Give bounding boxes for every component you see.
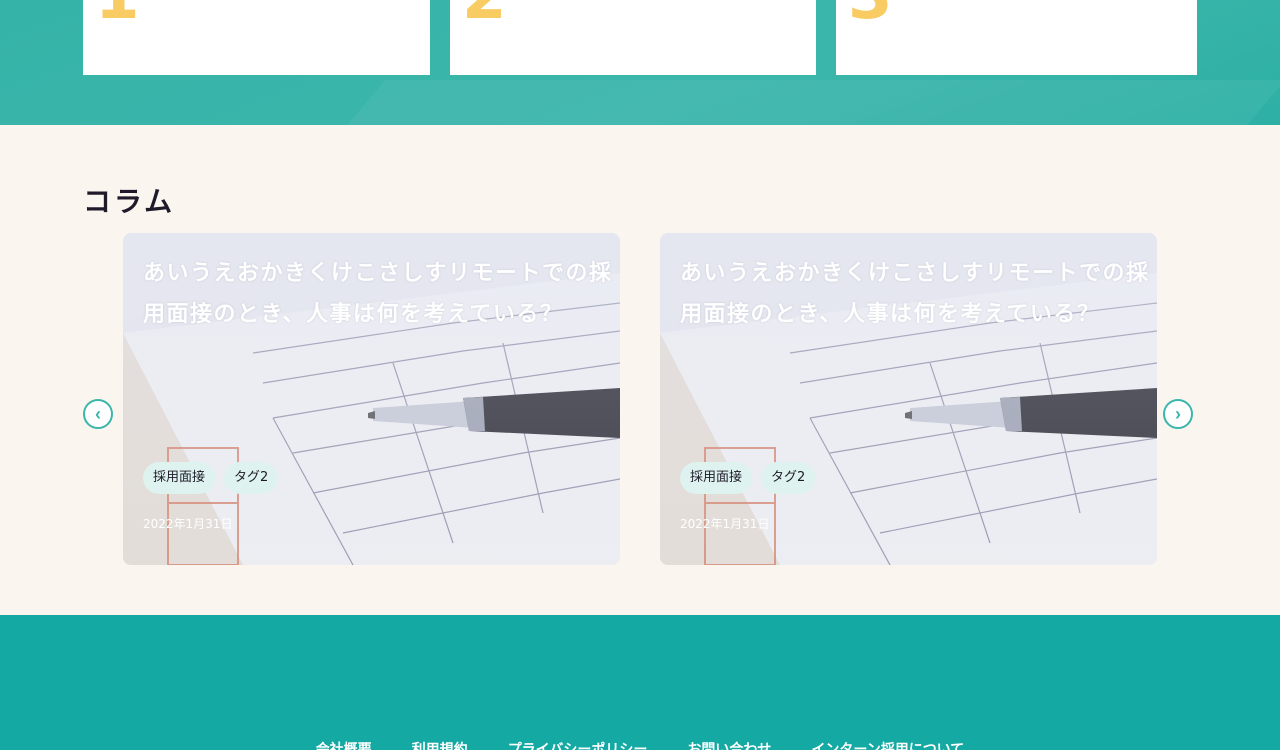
tag[interactable]: 採用面接 xyxy=(680,462,753,494)
step-card-1: 1 xyxy=(83,0,430,75)
page: 1 2 3 コラム ‹ xyxy=(0,0,1280,750)
footer-link-intern[interactable]: インターン採用について xyxy=(811,739,964,750)
card-title[interactable]: あいうえおかきくけこさしすリモートでの採用面接のとき、人事は何を考えている？ xyxy=(680,253,1157,335)
chevron-right-icon: › xyxy=(1175,404,1181,424)
step-number: 1 xyxy=(95,0,140,32)
card-tags: 採用面接 タグ2 xyxy=(143,462,279,494)
column-section: コラム ‹ あいうえおかきくけこさしすリモートでの採用面接のとき、人事は何を考え… xyxy=(0,125,1280,615)
slider-next-button[interactable]: › xyxy=(1163,399,1193,429)
chevron-left-icon: ‹ xyxy=(95,404,101,424)
section-title: コラム xyxy=(83,185,176,218)
tag[interactable]: 採用面接 xyxy=(143,462,216,494)
step-number: 2 xyxy=(462,0,507,32)
footer-link-company[interactable]: 会社概要 xyxy=(316,739,372,750)
column-card[interactable]: あいうえおかきくけこさしすリモートでの採用面接のとき、人事は何を考えている？ 採… xyxy=(123,233,620,565)
footer: 会社概要 利用規約 プライバシーポリシー お問い合わせ インターン採用について xyxy=(0,615,1280,750)
footer-link-terms[interactable]: 利用規約 xyxy=(412,739,468,750)
tag[interactable]: タグ2 xyxy=(761,462,816,494)
footer-link-privacy[interactable]: プライバシーポリシー xyxy=(508,739,648,750)
tag[interactable]: タグ2 xyxy=(224,462,279,494)
footer-link-contact[interactable]: お問い合わせ xyxy=(687,739,771,750)
column-card[interactable]: あいうえおかきくけこさしすリモートでの採用面接のとき、人事は何を考えている？ 採… xyxy=(660,233,1157,565)
card-title[interactable]: あいうえおかきくけこさしすリモートでの採用面接のとき、人事は何を考えている？ xyxy=(143,253,620,335)
card-date: 2022年1月31日 xyxy=(680,517,770,531)
step-card-3: 3 xyxy=(836,0,1197,75)
card-date: 2022年1月31日 xyxy=(143,517,233,531)
footer-nav: 会社概要 利用規約 プライバシーポリシー お問い合わせ インターン採用について xyxy=(0,739,1280,750)
step-card-2: 2 xyxy=(450,0,816,75)
card-tags: 採用面接 タグ2 xyxy=(680,462,816,494)
slider-prev-button[interactable]: ‹ xyxy=(83,399,113,429)
step-number: 3 xyxy=(848,0,893,32)
steps-band: 1 2 3 xyxy=(0,0,1280,125)
